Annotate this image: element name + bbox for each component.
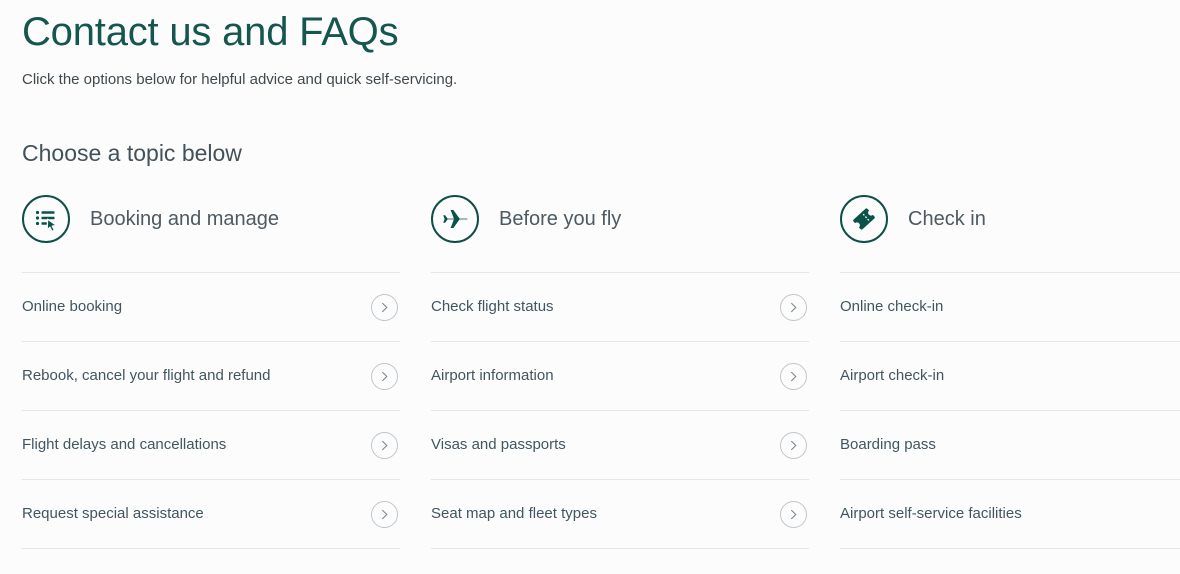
topic-list: Check flight status Airport information … — [431, 272, 809, 549]
topic-row[interactable]: Airport information — [431, 342, 809, 411]
section-heading: Choose a topic below — [22, 140, 242, 166]
topic-row[interactable]: Visas and passports — [431, 411, 809, 480]
topic-column-before-you-fly: Before you fly Check flight status Airpo… — [431, 186, 809, 549]
chevron-right-icon[interactable] — [780, 293, 807, 321]
chevron-right-icon[interactable] — [780, 431, 807, 459]
topic-row[interactable]: Flight delays and cancellations — [22, 411, 400, 480]
topic-label: Airport check-in — [840, 367, 945, 384]
topic-label: Flight delays and cancellations — [22, 436, 227, 453]
topic-row[interactable]: Request special assistance — [22, 480, 400, 549]
topic-label: Airport self-service facilities — [840, 505, 1022, 522]
chevron-right-icon[interactable] — [371, 293, 398, 321]
page-title: Contact us and FAQs — [22, 10, 399, 54]
topic-row[interactable]: Online booking — [22, 273, 400, 342]
chevron-right-icon[interactable] — [780, 362, 807, 390]
boarding-pass-icon — [840, 195, 888, 243]
topic-row[interactable]: Check flight status — [431, 273, 809, 342]
topic-label: Rebook, cancel your flight and refund — [22, 367, 271, 384]
topic-label: Seat map and fleet types — [431, 505, 597, 522]
topic-label: Check flight status — [431, 298, 554, 315]
topic-label: Online booking — [22, 298, 123, 315]
topic-row[interactable]: Online check-in — [840, 273, 1180, 342]
chevron-right-icon[interactable] — [371, 431, 398, 459]
topic-label: Online check-in — [840, 298, 944, 315]
list-cursor-icon — [22, 195, 70, 243]
category-header: Before you fly — [431, 186, 809, 252]
category-label: Check in — [908, 208, 986, 230]
topic-column-check-in: Check in Online check-in Airport check-i… — [840, 186, 1180, 549]
category-label: Before you fly — [499, 208, 622, 230]
topic-row[interactable]: Airport self-service facilities — [840, 480, 1180, 549]
chevron-right-icon[interactable] — [780, 500, 807, 528]
faq-page: Contact us and FAQs Click the options be… — [0, 0, 1180, 574]
topic-column-booking-and-manage: Booking and manage Online booking Rebook… — [22, 186, 400, 549]
page-subtitle: Click the options below for helpful advi… — [22, 71, 458, 88]
category-label: Booking and manage — [90, 208, 280, 230]
topic-list: Online check-in Airport check-in Boardin… — [840, 272, 1180, 549]
chevron-right-icon[interactable] — [371, 362, 398, 390]
topic-row[interactable]: Airport check-in — [840, 342, 1180, 411]
topic-row[interactable]: Rebook, cancel your flight and refund — [22, 342, 400, 411]
airplane-icon — [431, 195, 479, 243]
chevron-right-icon[interactable] — [371, 500, 398, 528]
topic-label: Boarding pass — [840, 436, 936, 453]
topic-label: Visas and passports — [431, 436, 566, 453]
topic-label: Request special assistance — [22, 505, 204, 522]
topic-label: Airport information — [431, 367, 554, 384]
category-header: Booking and manage — [22, 186, 400, 252]
topic-row[interactable]: Boarding pass — [840, 411, 1180, 480]
topic-list: Online booking Rebook, cancel your fligh… — [22, 272, 400, 549]
topic-row[interactable]: Seat map and fleet types — [431, 480, 809, 549]
category-header: Check in — [840, 186, 1180, 252]
